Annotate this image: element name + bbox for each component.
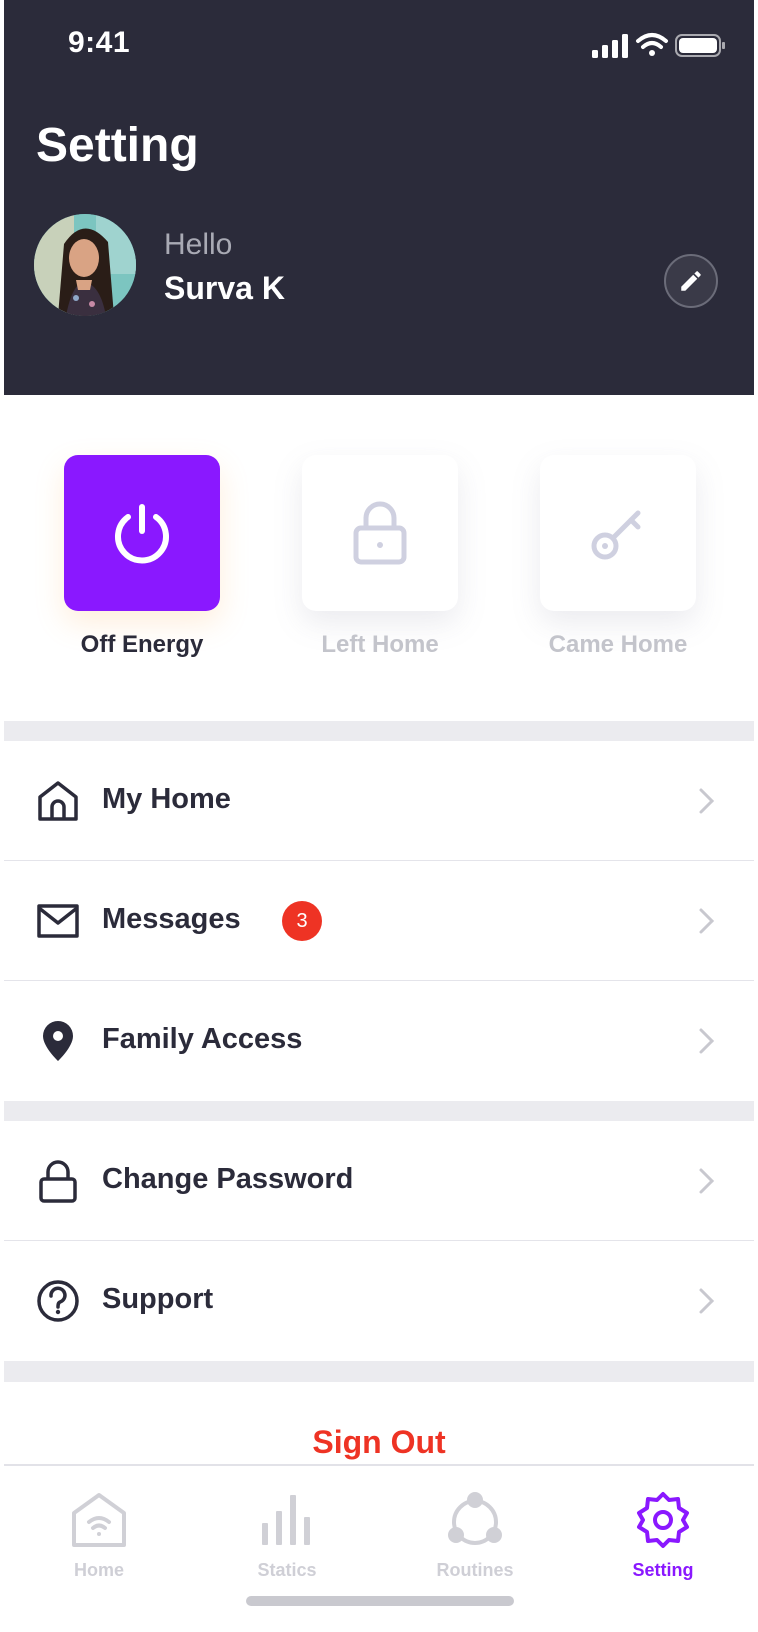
- help-circle-icon: [36, 1279, 80, 1323]
- greeting-text: Hello: [164, 228, 233, 261]
- chevron-right-icon: [699, 788, 715, 814]
- chevron-right-icon: [699, 1168, 715, 1194]
- sign-out-area: Sign Out: [4, 1382, 754, 1464]
- signal-icon: [592, 34, 628, 58]
- chevron-right-icon: [699, 1028, 715, 1054]
- user-name: Surva K: [164, 270, 285, 306]
- section-divider: [4, 1361, 754, 1382]
- page-title: Setting: [36, 119, 199, 172]
- menu-item-label: Family Access: [102, 1023, 303, 1055]
- edit-profile-button[interactable]: [664, 254, 718, 308]
- status-icons: [592, 33, 725, 58]
- unread-count-badge: 3: [282, 901, 322, 941]
- settings-screen: 9:41 Setting Hello Surva K Off Energy Le…: [0, 0, 758, 1632]
- lock-icon: [36, 1159, 80, 1203]
- chevron-right-icon: [699, 908, 715, 934]
- scene-label: Left Home: [321, 631, 439, 658]
- location-pin-icon: [36, 1019, 80, 1063]
- status-time: 9:41: [68, 26, 131, 59]
- scene-tile[interactable]: [64, 455, 220, 611]
- section-divider: [4, 721, 754, 741]
- tab-setting[interactable]: Setting: [588, 1488, 738, 1581]
- home-icon: [36, 779, 80, 823]
- menu-item-label: Support: [102, 1283, 214, 1315]
- pencil-icon: [681, 271, 701, 291]
- mail-icon: [36, 899, 80, 943]
- tab-statics[interactable]: Statics: [212, 1488, 362, 1581]
- sign-out-button[interactable]: Sign Out: [312, 1424, 445, 1461]
- home-wifi-icon: [24, 1488, 174, 1552]
- tab-label: Home: [73, 1560, 124, 1580]
- gear-icon: [588, 1488, 738, 1552]
- tab-label: Setting: [632, 1560, 694, 1580]
- menu-item-support[interactable]: Support: [4, 1241, 754, 1361]
- menu-item-messages[interactable]: Messages 3: [4, 861, 754, 981]
- tab-label: Routines: [436, 1560, 514, 1580]
- scene-off-energy[interactable]: Off Energy: [64, 455, 220, 659]
- bar-chart-icon: [212, 1488, 362, 1552]
- scene-tile[interactable]: [302, 455, 458, 611]
- scene-label: Off Energy: [80, 631, 204, 658]
- avatar[interactable]: [34, 214, 136, 316]
- tab-home[interactable]: Home: [24, 1488, 174, 1581]
- menu-item-change-password[interactable]: Change Password: [4, 1121, 754, 1241]
- scene-came-home[interactable]: Came Home: [540, 455, 696, 659]
- scene-left-home[interactable]: Left Home: [302, 455, 458, 659]
- tab-label: Statics: [257, 1560, 317, 1580]
- quick-scenes: Off Energy Left Home Came Home: [4, 395, 754, 721]
- wifi-icon: [636, 33, 668, 56]
- menu-item-family-access[interactable]: Family Access: [4, 981, 754, 1101]
- scene-tile[interactable]: [540, 455, 696, 611]
- tab-routines[interactable]: Routines: [400, 1488, 550, 1581]
- power-icon: [115, 504, 169, 564]
- menu-item-label: Messages: [102, 903, 241, 935]
- menu-item-label: My Home: [102, 783, 231, 815]
- menu-item-label: Change Password: [102, 1163, 354, 1195]
- chevron-right-icon: [699, 1288, 715, 1314]
- profile-header: 9:41 Setting Hello Surva K: [4, 0, 754, 395]
- home-indicator: [246, 1596, 514, 1606]
- key-icon: [591, 510, 641, 560]
- frame-edge: [754, 0, 758, 1632]
- section-divider: [4, 1101, 754, 1121]
- battery-icon: [675, 34, 725, 57]
- scene-label: Came Home: [548, 631, 688, 658]
- menu-item-my-home[interactable]: My Home: [4, 741, 754, 861]
- lock-icon: [353, 501, 407, 565]
- routines-icon: [400, 1488, 550, 1552]
